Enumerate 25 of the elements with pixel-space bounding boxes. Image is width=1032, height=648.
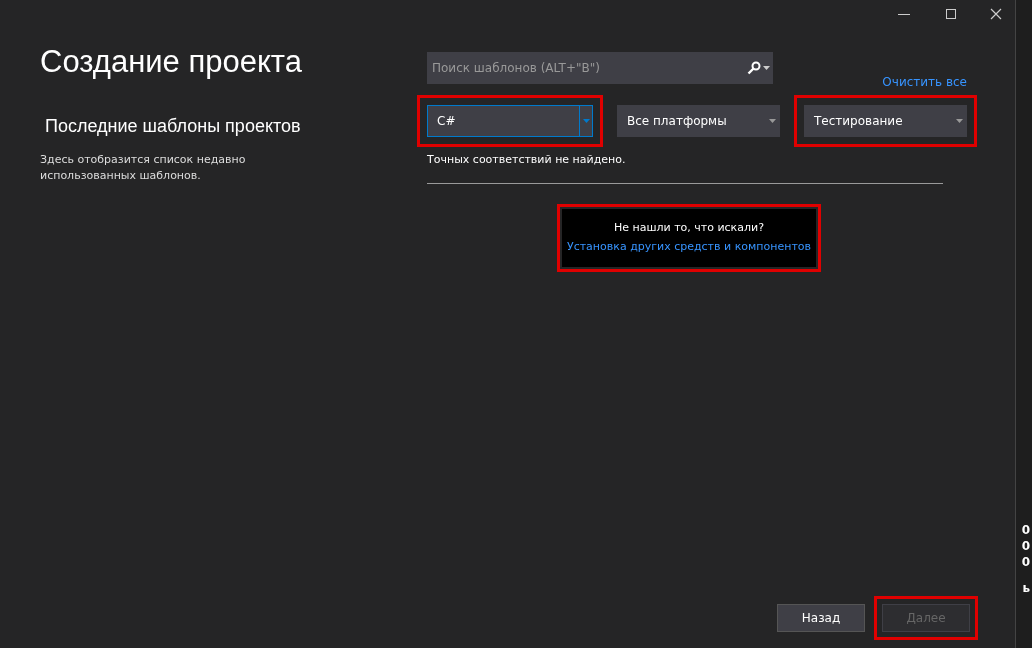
install-link[interactable]: Установка других средств и компонентов: [566, 238, 812, 255]
promo-question: Не нашли то, что искали?: [613, 220, 765, 236]
minimize-icon[interactable]: [898, 13, 910, 15]
page-title: Создание проекта: [40, 44, 302, 80]
caret-icon: [769, 119, 776, 123]
filter-dropdown[interactable]: Все платформы: [617, 105, 780, 137]
search-icon[interactable]: [747, 61, 762, 75]
caret-icon: [956, 119, 963, 123]
search-button[interactable]: [747, 52, 774, 84]
search-field[interactable]: Поиск шаблонов (ALT+"B"): [427, 52, 748, 84]
background-text: 0: [1021, 554, 1030, 570]
caret-icon[interactable]: [763, 65, 772, 71]
background-text: 0: [1021, 522, 1030, 538]
back-button[interactable]: Назад: [777, 604, 865, 632]
clear-all-link[interactable]: Очистить все: [882, 73, 967, 91]
maximize-icon[interactable]: [946, 9, 956, 19]
section-heading: Последние шаблоны проектов: [45, 115, 301, 138]
close-icon[interactable]: [990, 8, 1002, 20]
background-text: ь: [1022, 580, 1030, 596]
empty-description: Здесь отобразится список недавно использованных шаблонов.: [40, 152, 247, 184]
caret-icon: [582, 119, 590, 123]
filter-dropdown[interactable]: Тестирование: [804, 105, 967, 137]
filter-dropdown[interactable]: C#: [427, 105, 593, 137]
background-text: 0: [1021, 538, 1030, 554]
no-results-message: Точных соответствий не найдено.: [427, 152, 627, 168]
